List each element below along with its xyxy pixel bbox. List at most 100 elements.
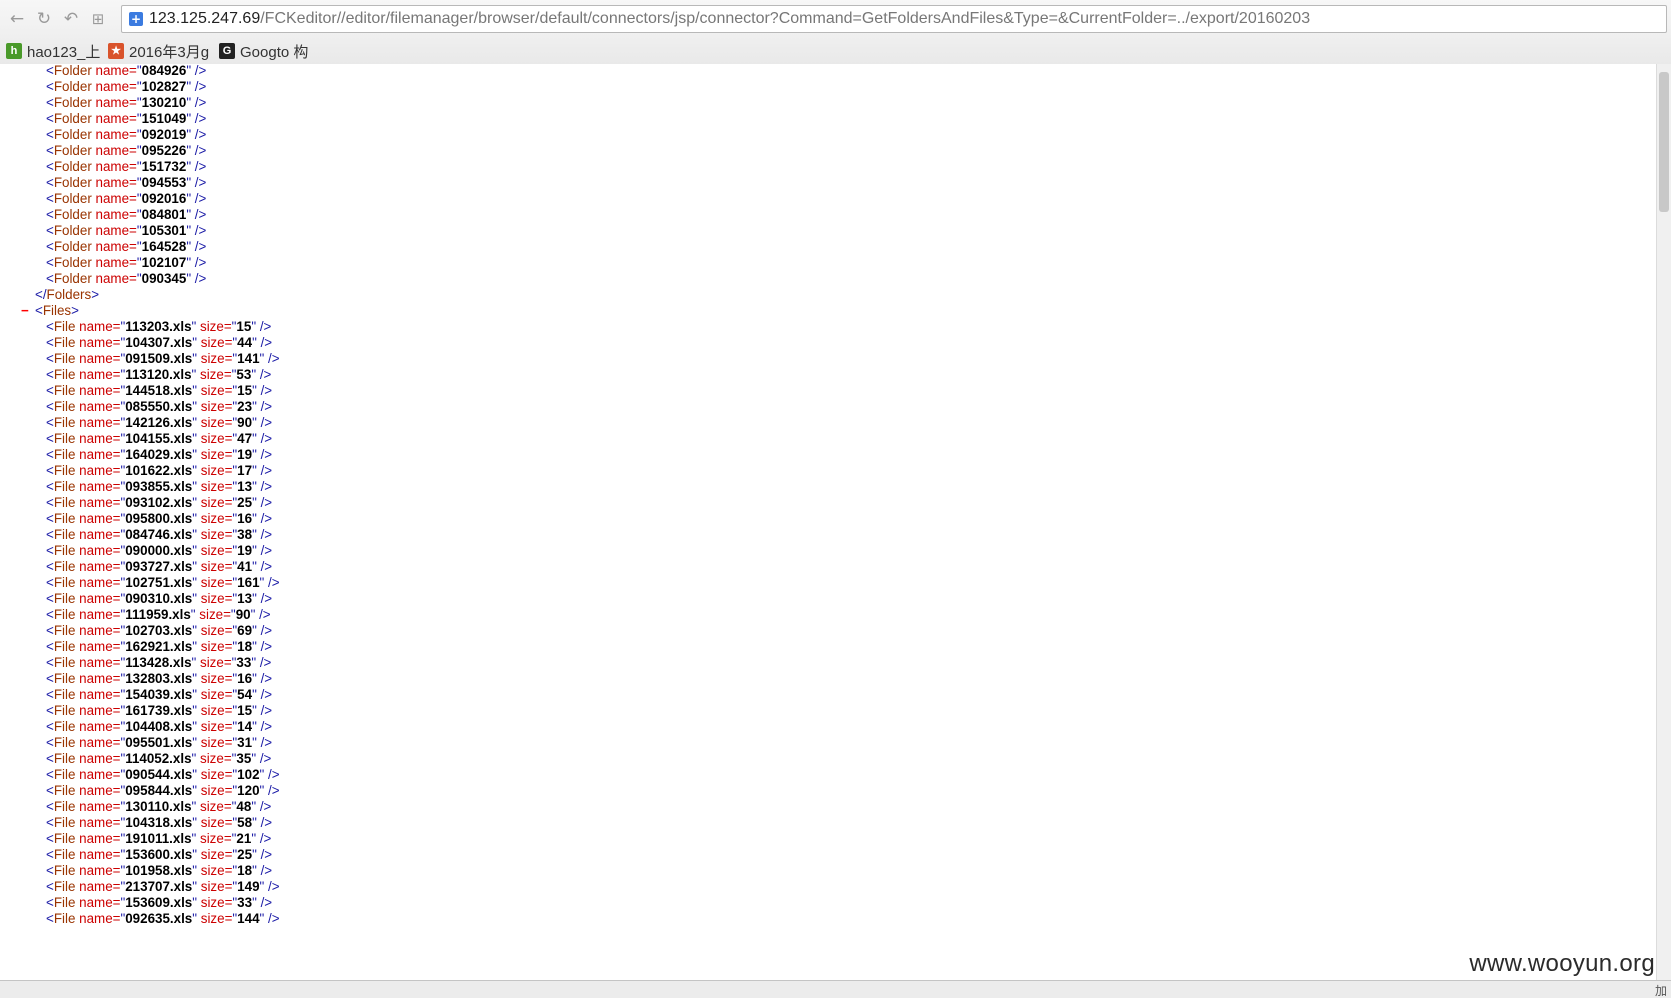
file-size-value: 38 xyxy=(237,527,253,542)
xml-file-element: <File name="153600.xls" size="25" /> xyxy=(46,847,273,862)
file-name-value: 092635.xls xyxy=(125,911,193,926)
file-size-value: 54 xyxy=(237,687,253,702)
bookmark-hao123[interactable]: h hao123_上 xyxy=(6,41,100,61)
xml-file-element: <File name="104318.xls" size="58" /> xyxy=(46,815,273,830)
folder-name-value: 102827 xyxy=(141,79,187,94)
xml-folder-element: <Folder name="151732" /> xyxy=(46,159,207,174)
file-size-value: 90 xyxy=(235,607,251,622)
file-size-value: 41 xyxy=(237,559,253,574)
bookmark-label: 2016年3月g xyxy=(129,43,210,61)
xml-folder-element: <Folder name="092016" /> xyxy=(46,191,207,206)
file-name-value: 144518.xls xyxy=(125,383,193,398)
bookmark-star-icon: ★ xyxy=(108,43,124,59)
xml-folders-close: </Folders> xyxy=(35,287,100,302)
xml-file-element: <File name="104155.xls" size="47" /> xyxy=(46,431,273,446)
file-size-value: 18 xyxy=(237,863,253,878)
xml-file-element: <File name="161739.xls" size="15" /> xyxy=(46,703,273,718)
file-size-value: 31 xyxy=(237,735,253,750)
xml-file-element: <File name="090544.xls" size="102" /> xyxy=(46,767,280,782)
xml-file-element: <File name="101622.xls" size="17" /> xyxy=(46,463,273,478)
folder-name-value: 130210 xyxy=(141,95,187,110)
xml-folder-element: <Folder name="095226" /> xyxy=(46,143,207,158)
folder-name-value: 151049 xyxy=(141,111,187,126)
file-name-value: 095501.xls xyxy=(125,735,193,750)
file-size-value: 90 xyxy=(237,415,253,430)
xml-file-element: <File name="084746.xls" size="38" /> xyxy=(46,527,273,542)
vertical-scrollbar[interactable] xyxy=(1656,64,1671,980)
file-name-value: 191011.xls xyxy=(125,831,192,846)
file-size-value: 16 xyxy=(237,671,253,686)
xml-file-element: <File name="113203.xls" size="15" /> xyxy=(46,319,272,334)
file-size-value: 48 xyxy=(236,799,252,814)
file-name-value: 113120.xls xyxy=(125,367,192,382)
file-size-value: 15 xyxy=(237,383,253,398)
file-size-value: 17 xyxy=(237,463,253,478)
file-size-value: 120 xyxy=(237,783,260,798)
file-size-value: 33 xyxy=(236,655,252,670)
xml-file-element: <File name="113428.xls" size="33" /> xyxy=(46,655,272,670)
folder-name-value: 090345 xyxy=(141,271,187,286)
xml-file-element: <File name="111959.xls" size="90" /> xyxy=(46,607,271,622)
xml-file-element: <File name="130110.xls" size="48" /> xyxy=(46,799,272,814)
file-name-value: 104408.xls xyxy=(125,719,193,734)
file-name-value: 090544.xls xyxy=(125,767,193,782)
xml-folder-element: <Folder name="090345" /> xyxy=(46,271,207,286)
file-name-value: 130110.xls xyxy=(125,799,192,814)
file-size-value: 23 xyxy=(237,399,253,414)
file-name-value: 154039.xls xyxy=(125,687,193,702)
file-name-value: 095800.xls xyxy=(125,511,193,526)
scrollbar-thumb[interactable] xyxy=(1659,72,1669,212)
folder-name-value: 084801 xyxy=(141,207,187,222)
file-name-value: 132803.xls xyxy=(125,671,193,686)
file-name-value: 085550.xls xyxy=(125,399,193,414)
file-size-value: 21 xyxy=(236,831,252,846)
file-size-value: 58 xyxy=(237,815,253,830)
xml-file-element: <File name="092635.xls" size="144" /> xyxy=(46,911,280,926)
address-bar[interactable]: + 123.125.247.69/FCKeditor//editor/filem… xyxy=(121,5,1667,33)
file-name-value: 162921.xls xyxy=(125,639,193,654)
file-name-value: 101622.xls xyxy=(125,463,193,478)
file-name-value: 114052.xls xyxy=(125,751,192,766)
reload-icon[interactable]: ↻ xyxy=(33,8,55,30)
file-size-value: 25 xyxy=(237,495,253,510)
bookmark-2016-march[interactable]: ★ 2016年3月g xyxy=(108,41,209,61)
site-info-icon[interactable]: + xyxy=(129,12,143,26)
file-name-value: 095844.xls xyxy=(125,783,193,798)
collapse-toggle[interactable]: − xyxy=(21,302,29,319)
folder-name-value: 092019 xyxy=(141,127,187,142)
folder-name-value: 105301 xyxy=(141,223,187,238)
xml-viewer[interactable]: <Folder name="084926" /> <Folder name="10… xyxy=(0,64,1656,980)
folder-name-value: 164528 xyxy=(141,239,187,254)
url-path: /FCKeditor//editor/filemanager/browser/d… xyxy=(260,10,1311,27)
folder-name-value: 102107 xyxy=(141,255,187,270)
file-size-value: 149 xyxy=(237,879,260,894)
file-name-value: 102751.xls xyxy=(125,575,193,590)
file-size-value: 144 xyxy=(237,911,260,926)
file-size-value: 47 xyxy=(237,431,253,446)
xml-file-element: <File name="090000.xls" size="19" /> xyxy=(46,543,273,558)
file-name-value: 111959.xls xyxy=(125,607,191,622)
undo-icon[interactable]: ↶ xyxy=(60,8,82,30)
file-name-value: 113428.xls xyxy=(125,655,192,670)
file-size-value: 15 xyxy=(236,319,252,334)
xml-file-element: <File name="095844.xls" size="120" /> xyxy=(46,783,280,798)
navigation-bar: ← ↻ ↶ ⊞ + 123.125.247.69/FCKeditor//edit… xyxy=(0,0,1671,38)
xml-folder-element: <Folder name="102827" /> xyxy=(46,79,207,94)
file-name-value: 101958.xls xyxy=(125,863,193,878)
file-name-value: 104155.xls xyxy=(125,431,193,446)
file-size-value: 33 xyxy=(237,895,253,910)
file-size-value: 44 xyxy=(237,335,253,350)
file-size-value: 102 xyxy=(237,767,260,782)
file-name-value: 153609.xls xyxy=(125,895,193,910)
file-size-value: 16 xyxy=(237,511,253,526)
grid-icon[interactable]: ⊞ xyxy=(87,8,109,30)
back-icon[interactable]: ← xyxy=(6,8,28,30)
bookmark-googto[interactable]: G Googto 构 xyxy=(219,41,308,61)
xml-file-element: <File name="093727.xls" size="41" /> xyxy=(46,559,273,574)
xml-folder-element: <Folder name="130210" /> xyxy=(46,95,207,110)
file-size-value: 161 xyxy=(237,575,260,590)
status-text: 加 xyxy=(1654,984,1667,998)
xml-file-element: <File name="085550.xls" size="23" /> xyxy=(46,399,273,414)
file-name-value: 153600.xls xyxy=(125,847,193,862)
file-name-value: 093727.xls xyxy=(125,559,193,574)
